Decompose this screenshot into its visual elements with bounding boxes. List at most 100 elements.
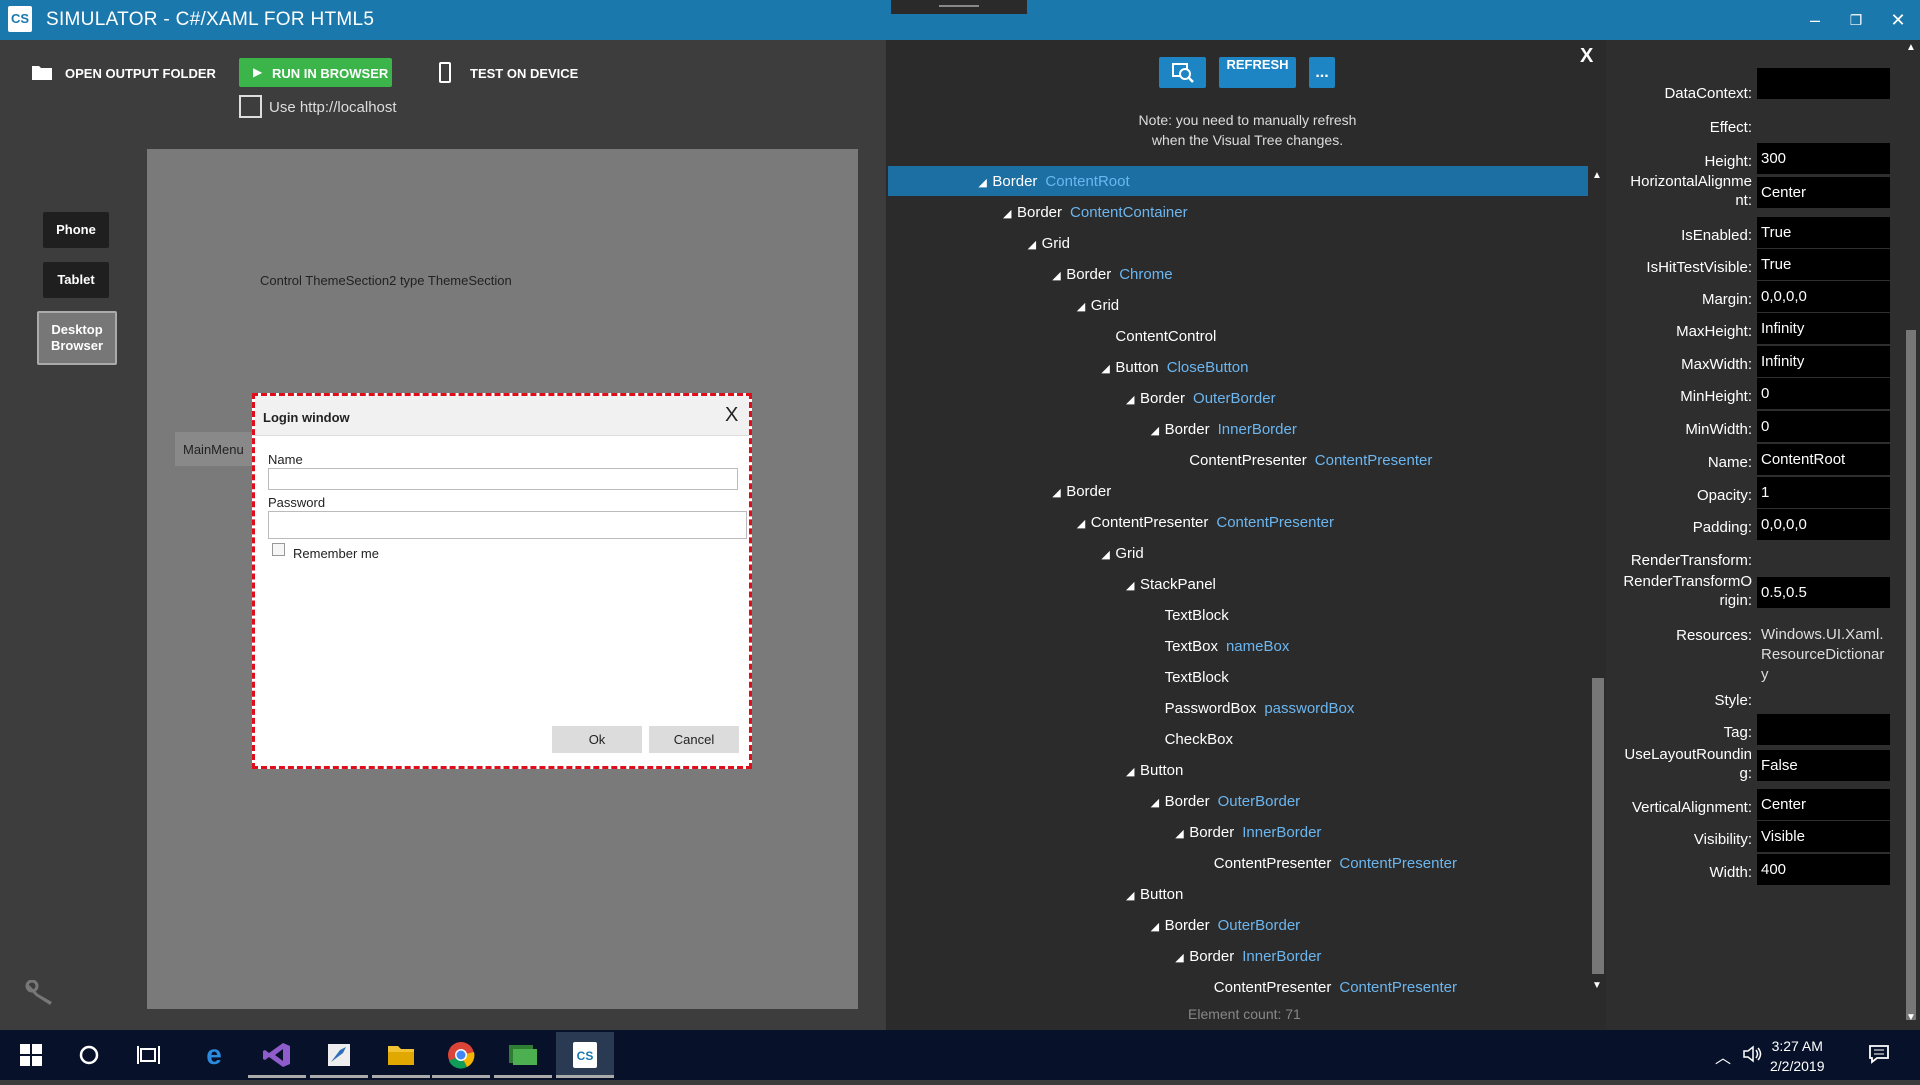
task-view-icon[interactable]: [120, 1032, 178, 1078]
tree-row[interactable]: ◢ Border InnerBorder: [888, 414, 1588, 444]
expand-triangle-icon[interactable]: ◢: [1151, 416, 1165, 447]
property-value-field[interactable]: [1757, 68, 1890, 99]
expand-triangle-icon[interactable]: ◢: [1175, 943, 1189, 974]
main-menu[interactable]: MainMenu: [175, 432, 255, 466]
property-value-field[interactable]: True: [1757, 217, 1890, 248]
expand-triangle-icon[interactable]: ◢: [1151, 912, 1165, 943]
notifications-icon[interactable]: [1868, 1043, 1890, 1070]
tree-scroll-down-icon[interactable]: ▼: [1592, 980, 1602, 991]
name-input[interactable]: [268, 468, 738, 490]
expand-triangle-icon[interactable]: ◢: [1101, 540, 1115, 571]
property-value-field[interactable]: False: [1757, 750, 1890, 781]
property-value-field[interactable]: 0: [1757, 411, 1890, 442]
expand-triangle-icon[interactable]: ◢: [1077, 509, 1091, 540]
open-folder-button[interactable]: [31, 63, 53, 81]
ok-button[interactable]: Ok: [552, 726, 642, 753]
expand-triangle-icon[interactable]: ◢: [1052, 478, 1066, 509]
expand-triangle-icon[interactable]: ◢: [1077, 292, 1091, 323]
tablet-button[interactable]: Tablet: [43, 262, 109, 298]
prop-scroll-down-icon[interactable]: ▼: [1906, 1012, 1916, 1023]
cancel-button[interactable]: Cancel: [649, 726, 739, 753]
property-value-field[interactable]: Center: [1757, 789, 1890, 820]
tree-row[interactable]: TextBlock: [888, 662, 1588, 692]
property-value-field[interactable]: 300: [1757, 143, 1890, 174]
property-value-field[interactable]: Infinity: [1757, 346, 1890, 377]
open-output-folder-label[interactable]: OPEN OUTPUT FOLDER: [65, 66, 216, 81]
expand-triangle-icon[interactable]: ◢: [1151, 788, 1165, 819]
close-tree-button[interactable]: X: [1580, 45, 1593, 68]
tree-row[interactable]: ◢ Grid: [888, 228, 1588, 258]
tree-row[interactable]: ◢ Border InnerBorder: [888, 941, 1588, 971]
desktop-browser-button[interactable]: Desktop Browser: [37, 311, 117, 365]
expand-triangle-icon[interactable]: ◢: [1028, 230, 1042, 261]
tree-row[interactable]: ◢ Button: [888, 879, 1588, 909]
more-options-button[interactable]: ...: [1309, 57, 1335, 88]
expand-triangle-icon[interactable]: ◢: [1126, 881, 1140, 912]
visual-studio-icon[interactable]: [248, 1032, 306, 1078]
volume-icon[interactable]: [1742, 1044, 1764, 1069]
refresh-button[interactable]: REFRESH: [1219, 57, 1296, 88]
tree-scroll-up-icon[interactable]: ▲: [1592, 170, 1602, 181]
properties-scroll-thumb[interactable]: [1906, 330, 1916, 1020]
tree-row[interactable]: ContentControl: [888, 321, 1588, 351]
windows-start-icon[interactable]: [2, 1032, 60, 1078]
tree-row[interactable]: ◢ StackPanel: [888, 569, 1588, 599]
tree-row[interactable]: TextBox nameBox: [888, 631, 1588, 661]
tree-row[interactable]: ◢ Grid: [888, 538, 1588, 568]
expand-triangle-icon[interactable]: ◢: [1101, 354, 1115, 385]
property-value-field[interactable]: 1: [1757, 477, 1890, 508]
tree-row[interactable]: ContentPresenter ContentPresenter: [888, 972, 1588, 1002]
property-value-field[interactable]: 400: [1757, 854, 1890, 885]
restore-button[interactable]: ❐: [1836, 6, 1876, 34]
test-on-device-label[interactable]: TEST ON DEVICE: [470, 66, 578, 81]
clock[interactable]: 3:27 AM 2/2/2019: [1770, 1036, 1825, 1076]
tree-row[interactable]: ContentPresenter ContentPresenter: [888, 848, 1588, 878]
tree-row[interactable]: TextBlock: [888, 600, 1588, 630]
property-value-field[interactable]: 0,0,0,0: [1757, 281, 1890, 312]
inspect-element-button[interactable]: [1159, 57, 1206, 88]
tree-row[interactable]: ◢ Border Chrome: [888, 259, 1588, 289]
run-in-browser-button[interactable]: ▶ RUN IN BROWSER: [239, 58, 392, 87]
property-value-field[interactable]: True: [1757, 249, 1890, 280]
tree-row[interactable]: ◢ Border InnerBorder: [888, 817, 1588, 847]
terminal-app-icon[interactable]: [494, 1032, 552, 1078]
login-close-button[interactable]: X: [725, 404, 738, 427]
tree-row[interactable]: ◢ Border ContentRoot: [888, 166, 1588, 196]
password-input[interactable]: [268, 511, 747, 539]
settings-wrench-icon[interactable]: [24, 979, 58, 1006]
tree-scroll-thumb[interactable]: [1592, 678, 1604, 974]
property-value-field[interactable]: Center: [1757, 177, 1890, 208]
tree-row[interactable]: ◢ Grid: [888, 290, 1588, 320]
property-value-field[interactable]: Infinity: [1757, 313, 1890, 344]
property-value-field[interactable]: 0,0,0,0: [1757, 509, 1890, 540]
property-value-field[interactable]: ContentRoot: [1757, 444, 1890, 475]
tree-row[interactable]: ◢ Border ContentContainer: [888, 197, 1588, 227]
close-button[interactable]: ✕: [1878, 6, 1918, 34]
property-value-field[interactable]: 0: [1757, 378, 1890, 409]
simulator-taskbar-icon[interactable]: CS: [556, 1032, 614, 1078]
tree-row[interactable]: ◢ Button CloseButton: [888, 352, 1588, 382]
property-value-field[interactable]: Visible: [1757, 821, 1890, 852]
chrome-icon[interactable]: [432, 1032, 490, 1078]
tree-row[interactable]: CheckBox: [888, 724, 1588, 754]
paint-icon[interactable]: [310, 1032, 368, 1078]
expand-triangle-icon[interactable]: ◢: [1052, 261, 1066, 292]
expand-triangle-icon[interactable]: ◢: [1126, 757, 1140, 788]
tree-row[interactable]: ◢ Button: [888, 755, 1588, 785]
tree-row[interactable]: ContentPresenter ContentPresenter: [888, 445, 1588, 475]
minimize-button[interactable]: –: [1795, 6, 1835, 34]
remember-me-checkbox[interactable]: [272, 543, 285, 556]
expand-triangle-icon[interactable]: ◢: [1126, 571, 1140, 602]
tree-row[interactable]: ◢ Border OuterBorder: [888, 910, 1588, 940]
expand-triangle-icon[interactable]: ◢: [978, 168, 992, 199]
file-explorer-icon[interactable]: [372, 1032, 430, 1078]
phone-button[interactable]: Phone: [43, 212, 109, 248]
tree-row[interactable]: PasswordBox passwordBox: [888, 693, 1588, 723]
tree-row[interactable]: ◢ ContentPresenter ContentPresenter: [888, 507, 1588, 537]
tree-row[interactable]: ◢ Border: [888, 476, 1588, 506]
use-localhost-checkbox[interactable]: [239, 95, 262, 118]
property-value-field[interactable]: 0.5,0.5: [1757, 577, 1890, 608]
prop-scroll-up-icon[interactable]: ▲: [1906, 42, 1916, 53]
expand-triangle-icon[interactable]: ◢: [1003, 199, 1017, 230]
mobile-device-icon[interactable]: [439, 62, 451, 83]
